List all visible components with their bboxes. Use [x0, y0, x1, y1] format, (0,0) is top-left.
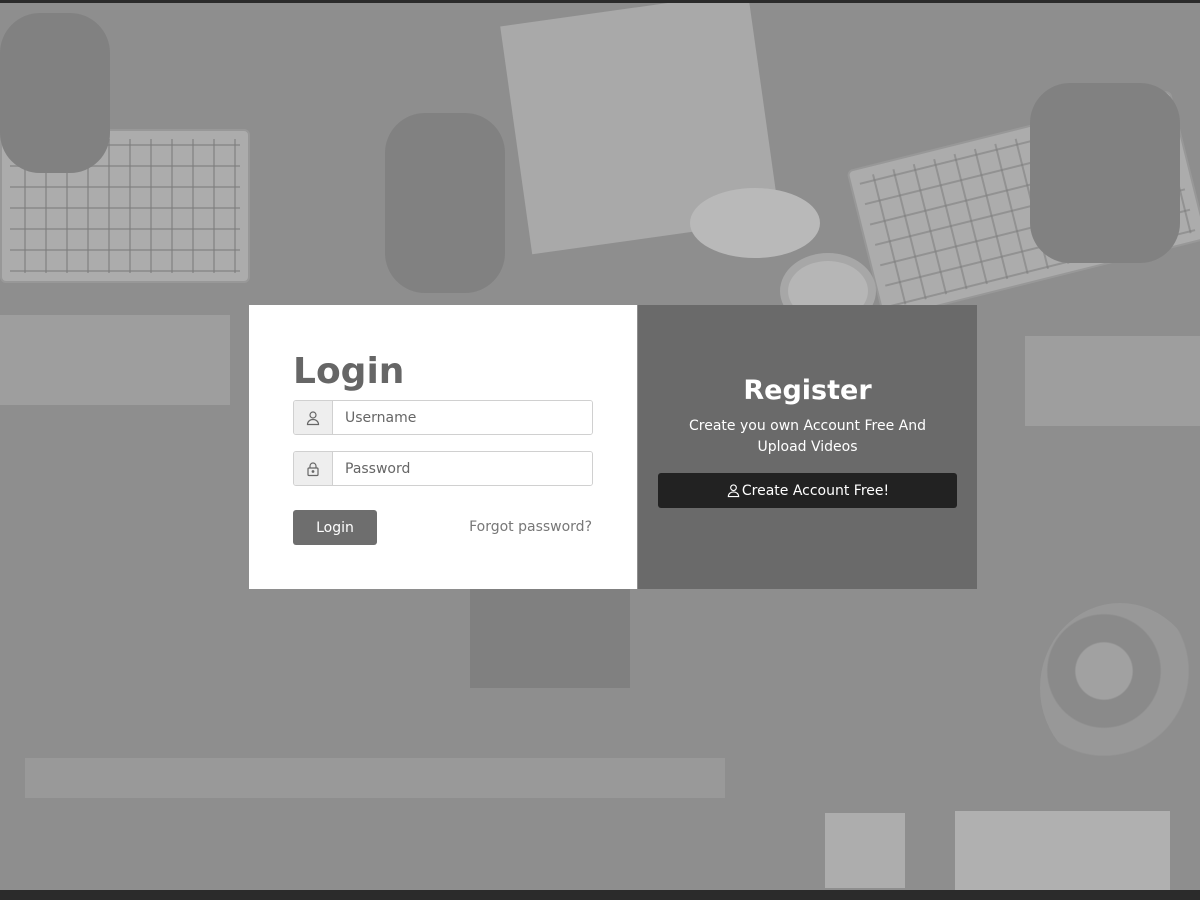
lock-icon — [294, 452, 333, 485]
register-panel: Register Create you own Account Free And… — [638, 305, 977, 589]
user-icon — [727, 484, 740, 498]
password-input[interactable] — [333, 452, 592, 485]
login-panel: Login Login Forgot password? — [249, 305, 637, 589]
login-button[interactable]: Login — [293, 510, 377, 545]
forgot-password-link[interactable]: Forgot password? — [469, 519, 592, 535]
register-description: Create you own Account Free And Upload V… — [689, 418, 926, 455]
password-group — [293, 451, 593, 486]
create-account-button[interactable]: Create Account Free! — [658, 473, 957, 508]
username-group — [293, 400, 593, 435]
user-icon — [294, 401, 333, 434]
username-input[interactable] — [333, 401, 592, 434]
login-title: Login — [293, 351, 405, 392]
register-title: Register — [743, 375, 872, 406]
create-account-label: Create Account Free! — [741, 482, 890, 499]
